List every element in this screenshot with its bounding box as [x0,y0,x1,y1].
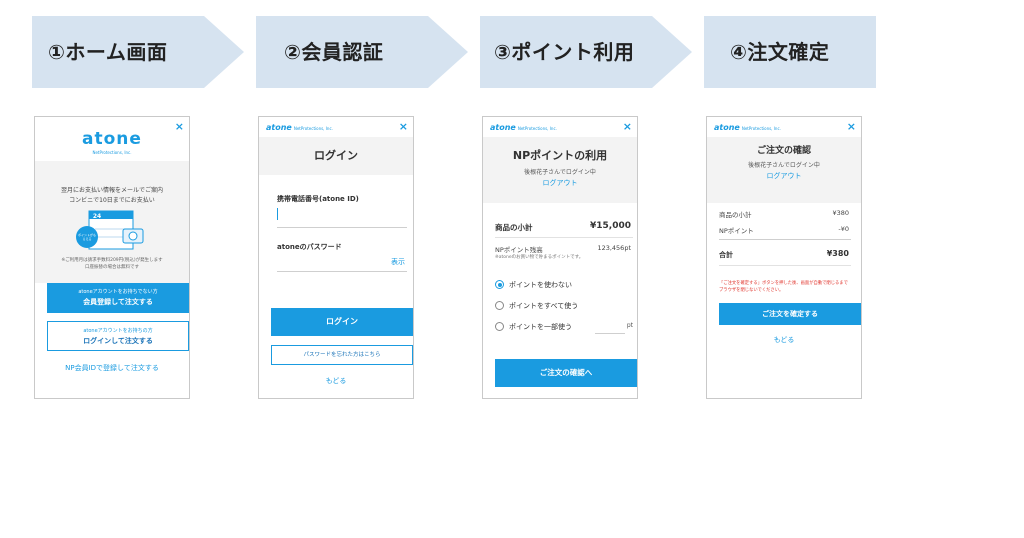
back-link[interactable]: もどる [259,376,413,386]
step-2-arrow: ②会員認証 [256,16,468,88]
subtotal-value: ¥380 [832,209,849,217]
logo-subtitle: NetProtections, Inc. [293,126,333,131]
login-status: 後根花子さんでログイン中 [524,169,596,176]
confirm-title: ご注文の確認 [756,146,811,156]
step-1-arrow: ①ホーム画面 [32,16,244,88]
intro-line-2: コンビニで10日までにお支払い [69,197,155,204]
register-small-text: atoneアカウントをお持ちでない方 [78,289,158,295]
points-badge: ポイントがもらえる [78,233,97,241]
login-label: ログインして注文する [83,337,153,345]
step-1-label: ①ホーム画面 [48,40,168,64]
step-2-label: ②会員認証 [284,40,384,64]
login-button[interactable]: ログイン [271,308,413,336]
total-label: 合計 [719,251,733,259]
forgot-password-button[interactable]: パスワードを忘れた方はこちら [271,345,413,365]
np-id-register-link[interactable]: NP会員IDで登録して注文する [35,363,189,373]
option-all-points: ポイントをすべて使う [509,302,579,310]
fee-note-1: ※ご利用月は請求手数料209円(税込)が発生します [61,258,163,263]
logout-link[interactable]: ログアウト [483,178,637,188]
points-screen-panel: atone NetProtections, Inc. × NPポイントの利用 後根… [482,116,638,399]
radio-no-points[interactable] [495,280,504,289]
logo-text: atone [714,123,740,132]
confirm-screen-panel: atone NetProtections, Inc. × ご注文の確認 後根花子さ… [706,116,862,399]
logo-text: atone [490,123,516,132]
points-title: NPポイントの利用 [512,149,608,162]
step-4-label: ④注文確定 [730,40,830,64]
points-amount-input[interactable] [595,320,625,334]
option-some-points: ポイントを一部使う [509,323,572,331]
calendar-day: 24 [92,213,102,220]
subtotal-value: ¥15,000 [590,221,631,231]
show-password-toggle[interactable]: 表示 [391,257,405,267]
warning-line-2: ブラウザを閉じないでください。 [719,288,784,293]
login-status: 後根花子さんでログイン中 [748,162,820,169]
logo-text: atone [266,123,292,132]
intro-line-1: 翌月にお支払い情報をメールでご案内 [60,187,163,194]
back-link[interactable]: もどる [707,335,861,345]
flow-diagram: ①ホーム画面 ②会員認証 ③ポイント利用 ④注文確定 × atone NetPr… [0,0,1024,538]
close-icon[interactable]: × [847,120,856,133]
atone-mini-logo: atone NetProtections, Inc. [266,123,333,132]
step-3-arrow: ③ポイント利用 [480,16,692,88]
phone-label: 携帯電話番号(atone ID) [277,195,359,203]
home-screen-panel: × atone NetProtections, Inc. 翌月にお支払い情報をメ… [34,116,190,399]
atone-logo: atone [82,129,142,149]
logo-subtitle: NetProtections, Inc. [741,126,781,131]
subtotal-label: 商品の小計 [719,211,752,219]
pt-unit: pt [626,322,633,329]
login-small-text: atoneアカウントをお持ちの方 [83,328,153,334]
close-icon[interactable]: × [623,120,632,133]
warning-line-1: 「ご注文を確定する」ボタンを押した後、画面が自動で閉じるまで [719,281,848,286]
points-balance-label: NPポイント残高 [495,246,543,254]
confirm-order-button[interactable]: ご注文の確認へ [495,359,637,387]
option-no-points: ポイントを使わない [509,281,572,289]
radio-all-points[interactable] [495,301,504,310]
close-icon[interactable]: × [399,120,408,133]
points-value: -¥0 [838,225,849,233]
points-note: ※atoneのお買い物で貯まるポイントです。 [495,255,584,260]
text-cursor [277,208,278,220]
logout-link[interactable]: ログアウト [707,171,861,181]
atone-mini-logo: atone NetProtections, Inc. [490,123,557,132]
points-balance-value: 123,456pt [597,244,631,252]
logo-subtitle: NetProtections, Inc. [517,126,557,131]
points-label: NPポイント [719,227,754,235]
phone-input[interactable] [277,206,407,224]
total-value: ¥380 [826,249,849,258]
login-screen-panel: atone NetProtections, Inc. × ログイン 携帯電話番号(… [258,116,414,399]
password-input[interactable] [277,251,407,269]
radio-some-points[interactable] [495,322,504,331]
step-4-box: ④注文確定 [704,16,876,88]
login-order-button[interactable]: atoneアカウントをお持ちの方 ログインして注文する [47,321,189,351]
subtotal-label: 商品の小計 [495,223,533,232]
register-order-button[interactable]: atoneアカウントをお持ちでない方 会員登録して注文する [47,283,189,313]
place-order-button[interactable]: ご注文を確定する [719,303,861,325]
logo-subtitle: NetProtections, Inc. [92,150,132,155]
step-3-label: ③ポイント利用 [494,40,635,64]
atone-mini-logo: atone NetProtections, Inc. [714,123,781,132]
login-title: ログイン [314,149,358,162]
register-label: 会員登録して注文する [83,298,153,306]
fee-note-2: 口座振替の場合は無料です [85,265,139,270]
